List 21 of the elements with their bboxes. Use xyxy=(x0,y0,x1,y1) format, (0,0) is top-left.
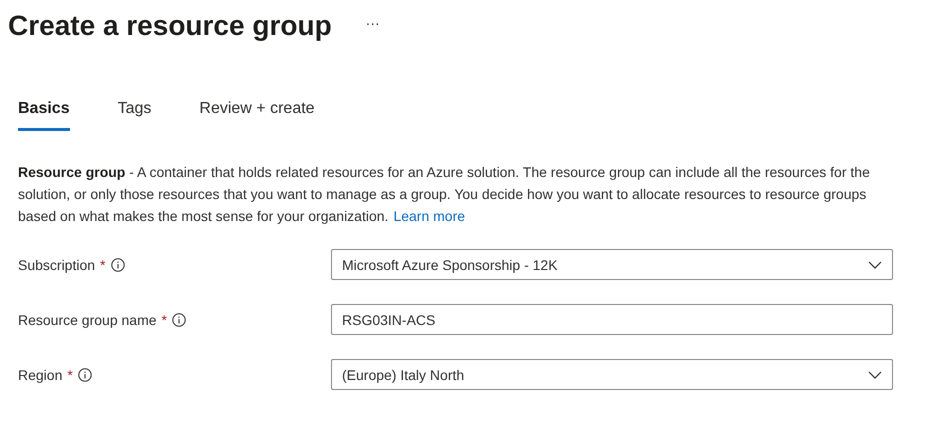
learn-more-link[interactable]: Learn more xyxy=(393,208,466,224)
required-mark: * xyxy=(162,312,167,328)
tab[interactable]: Review + create xyxy=(199,100,315,131)
info-icon[interactable] xyxy=(110,258,124,272)
chevron-down-icon xyxy=(868,260,882,268)
description-text: Resource group - A container that holds related resources for an Azure solution. The resource group can include all the resources for the solution, or only those resources that you want to manage as a group. You decide how you want to allocate resources to resource groups based on what makes the most sense for your organization. Learn more xyxy=(18,163,871,226)
dropdown[interactable]: (Europe) Italy North xyxy=(331,359,893,390)
chevron-down-icon xyxy=(868,370,882,378)
info-icon[interactable] xyxy=(78,368,92,382)
dropdown[interactable]: Microsoft Azure Sponsorship - 12K xyxy=(331,249,893,280)
required-mark: * xyxy=(100,256,106,272)
field-label: Resource group name xyxy=(18,312,157,328)
field-label: Subscription xyxy=(18,256,96,272)
field-label: Region xyxy=(18,366,62,382)
more-button[interactable]: ··· xyxy=(362,15,384,31)
tab[interactable]: Tags xyxy=(118,100,152,131)
tab[interactable]: Basics xyxy=(18,100,70,131)
page-title: Create a resource group xyxy=(8,10,332,42)
info-icon[interactable] xyxy=(172,312,186,326)
required-mark: * xyxy=(67,366,73,382)
input-field[interactable]: RSG03IN-ACS xyxy=(331,304,893,335)
